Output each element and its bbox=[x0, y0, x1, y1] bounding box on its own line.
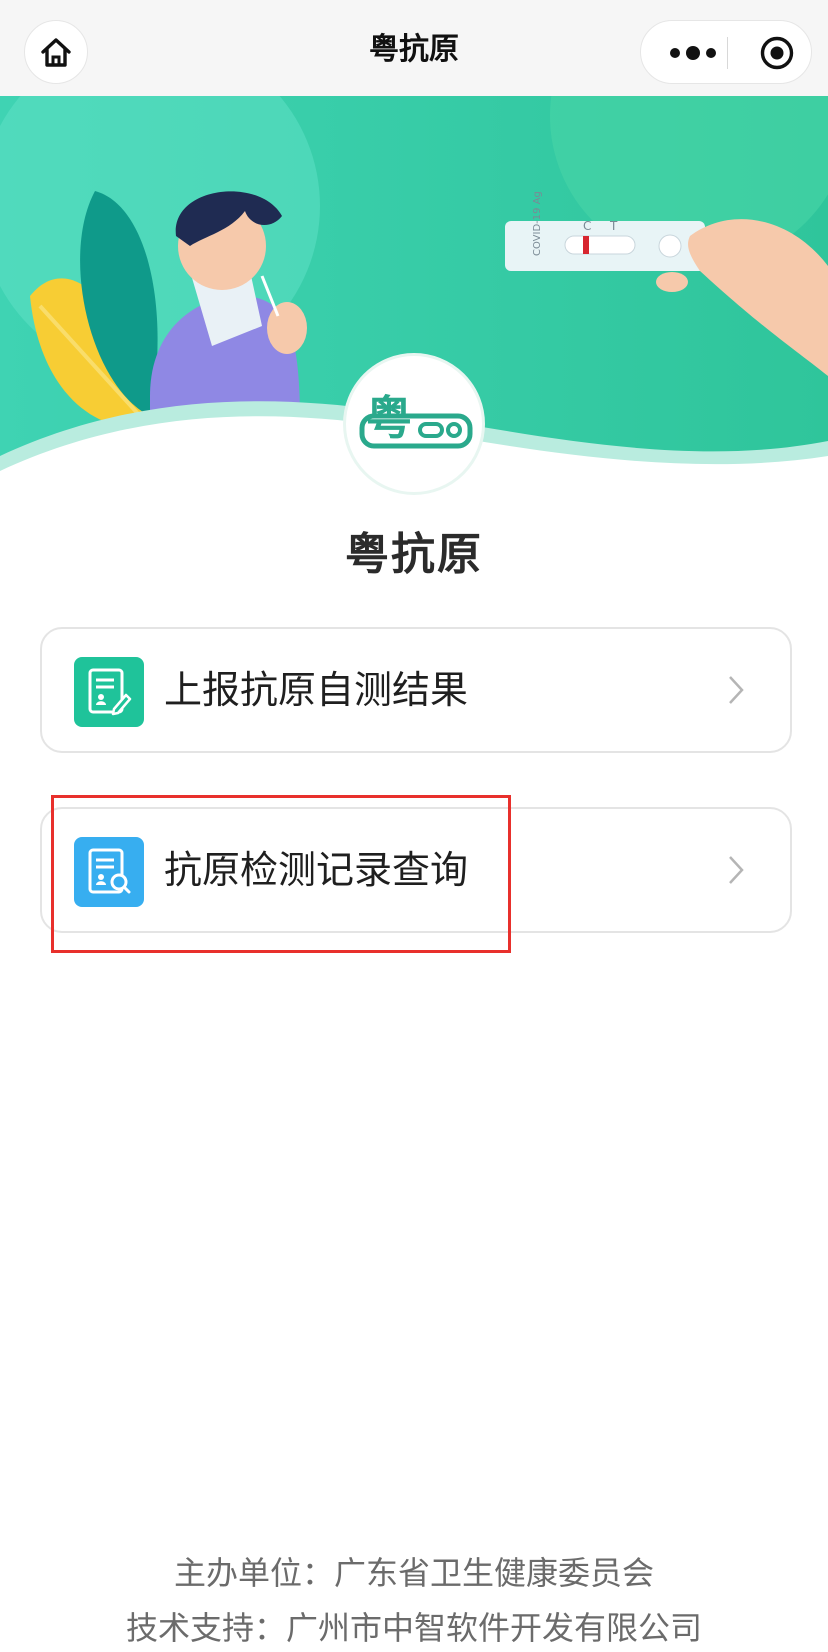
report-self-test-card[interactable]: 上报抗原自测结果 bbox=[40, 627, 792, 753]
target-icon bbox=[760, 36, 794, 70]
top-navigation-bar: 粤抗原 bbox=[0, 0, 828, 96]
report-self-test-label: 上报抗原自测结果 bbox=[164, 668, 469, 712]
chevron-right-icon bbox=[729, 856, 744, 884]
document-edit-icon bbox=[74, 657, 144, 727]
close-miniprogram-button[interactable] bbox=[751, 21, 803, 85]
app-logo: 粤 bbox=[343, 353, 485, 495]
logo-icon: 粤 bbox=[359, 391, 473, 449]
highlight-annotation-box bbox=[51, 795, 511, 953]
control-line-label: C bbox=[583, 219, 591, 233]
more-options-button[interactable] bbox=[659, 21, 727, 85]
capsule-divider bbox=[727, 37, 728, 69]
dot-icon bbox=[706, 48, 716, 58]
tech-support-text: 技术支持：广州市中智软件开发有限公司 bbox=[125, 1609, 702, 1647]
chevron-right-icon bbox=[729, 676, 744, 704]
app-name-heading: 粤抗原 bbox=[345, 529, 483, 580]
menu-capsule bbox=[640, 20, 812, 84]
test-line-label: T bbox=[609, 219, 618, 233]
dot-icon bbox=[686, 46, 700, 60]
dot-icon bbox=[670, 48, 680, 58]
sponsor-text: 主办单位：广东省卫生健康委员会 bbox=[173, 1554, 654, 1592]
test-kit-text: COVID-19 Ag bbox=[532, 191, 543, 256]
